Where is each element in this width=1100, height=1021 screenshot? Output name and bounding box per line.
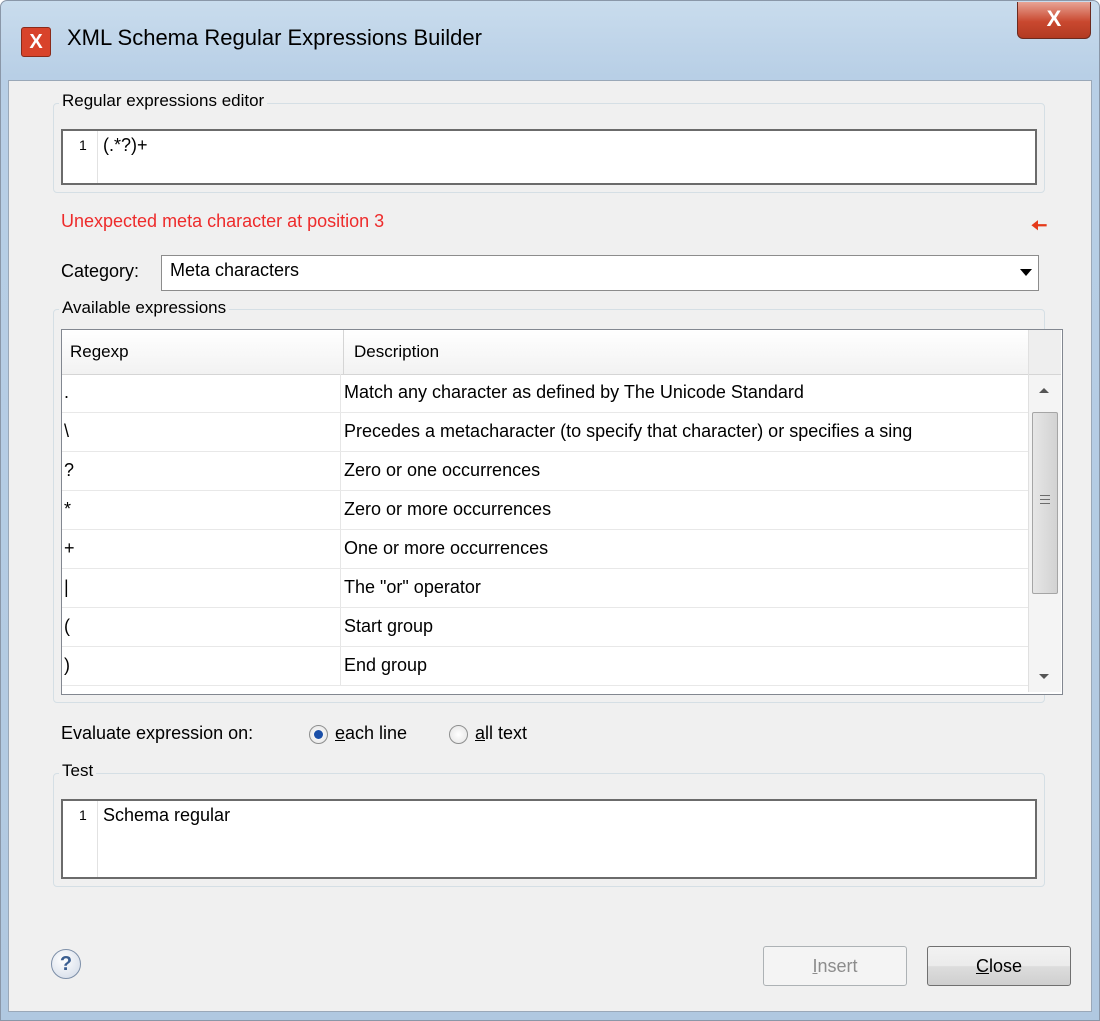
table-row[interactable]: . Match any character as defined by The …	[62, 374, 1028, 413]
scrollbar-header-corner	[1029, 330, 1061, 375]
column-divider	[343, 330, 344, 374]
cell-description: The "or" operator	[344, 577, 481, 597]
cell-regexp: ?	[64, 460, 75, 480]
cell-description: Zero or more occurrences	[344, 499, 552, 519]
cell-description: Start group	[344, 616, 434, 636]
category-value: Meta characters	[170, 260, 300, 280]
cell-description: Precedes a metacharacter (to specify tha…	[344, 421, 913, 441]
vertical-scrollbar[interactable]	[1028, 330, 1061, 692]
table-row[interactable]: + One or more occurrences	[62, 530, 1028, 569]
cell-description: End group	[344, 655, 428, 675]
cell-regexp: *	[64, 499, 72, 519]
radio-each-line-label[interactable]: each line	[335, 723, 407, 744]
radio-selected-dot	[314, 730, 323, 739]
category-select[interactable]: Meta characters	[161, 255, 1039, 291]
cell-regexp: +	[64, 538, 75, 558]
table-row[interactable]: ? Zero or one occurrences	[62, 452, 1028, 491]
expressions-table: Regexp Description . Match any character…	[61, 329, 1063, 695]
scroll-down-icon[interactable]	[1039, 674, 1049, 679]
available-expressions-label: Available expressions	[59, 298, 230, 318]
cell-description: Match any character as defined by The Un…	[344, 382, 804, 402]
grip-line	[1040, 499, 1050, 500]
test-editor[interactable]: 1 Schema regular	[61, 799, 1037, 879]
error-message: Unexpected meta character at position 3	[61, 211, 385, 231]
regex-text: (.*?)+	[103, 135, 148, 155]
table-row[interactable]: ) End group	[62, 647, 1028, 686]
evaluate-label: Evaluate expression on:	[61, 723, 254, 743]
cell-divider	[340, 608, 341, 646]
cell-divider	[340, 413, 341, 451]
cell-regexp: .	[64, 382, 70, 402]
scroll-up-icon[interactable]	[1039, 388, 1049, 393]
scroll-thumb[interactable]	[1032, 412, 1058, 594]
cell-description: One or more occurrences	[344, 538, 549, 558]
regex-editor-label: Regular expressions editor	[59, 91, 268, 111]
table-header: Regexp Description	[62, 330, 1028, 375]
column-header-description[interactable]: Description	[354, 342, 439, 362]
cell-regexp: \	[64, 421, 70, 441]
cell-divider	[340, 374, 341, 412]
cell-divider	[340, 452, 341, 490]
cell-regexp: |	[64, 577, 69, 597]
close-icon[interactable]: X	[1017, 2, 1091, 39]
close-button[interactable]: Close	[927, 946, 1071, 986]
test-label: Test	[59, 761, 97, 781]
line-gutter: 1	[63, 801, 98, 877]
radio-all-text-label[interactable]: all text	[475, 723, 527, 744]
title-bar: X XML Schema Regular Expressions Builder…	[1, 1, 1097, 81]
regex-editor[interactable]: 1 (.*?)+	[61, 129, 1037, 185]
chevron-down-icon	[1020, 269, 1032, 276]
column-header-regexp[interactable]: Regexp	[70, 342, 129, 362]
grip-line	[1040, 495, 1050, 496]
dialog-body: Regular expressions editor 1 (.*?)+ Unex…	[8, 80, 1092, 1012]
insert-button[interactable]: Insert	[763, 946, 907, 986]
cell-divider	[340, 530, 341, 568]
radio-all-text[interactable]	[449, 725, 468, 744]
cell-divider	[340, 491, 341, 529]
arrow-left-icon[interactable]: 🠤	[1031, 211, 1047, 245]
table-row[interactable]: * Zero or more occurrences	[62, 491, 1028, 530]
table-row[interactable]: \ Precedes a metacharacter (to specify t…	[62, 413, 1028, 452]
cell-regexp: (	[64, 616, 70, 636]
table-row[interactable]: | The "or" operator	[62, 569, 1028, 608]
window-title: XML Schema Regular Expressions Builder	[67, 25, 482, 50]
cell-divider	[340, 647, 341, 685]
line-number: 1	[79, 137, 87, 153]
table-row[interactable]: ( Start group	[62, 608, 1028, 647]
app-icon: X	[21, 27, 51, 57]
cell-description: Zero or one occurrences	[344, 460, 541, 480]
grip-line	[1040, 503, 1050, 504]
cell-regexp: )	[64, 655, 70, 675]
test-text: Schema regular	[103, 805, 231, 825]
radio-each-line[interactable]	[309, 725, 328, 744]
category-label: Category:	[61, 261, 140, 281]
cell-divider	[340, 569, 341, 607]
line-gutter: 1	[63, 131, 98, 183]
line-number: 1	[79, 807, 87, 823]
help-icon[interactable]: ?	[51, 949, 81, 979]
